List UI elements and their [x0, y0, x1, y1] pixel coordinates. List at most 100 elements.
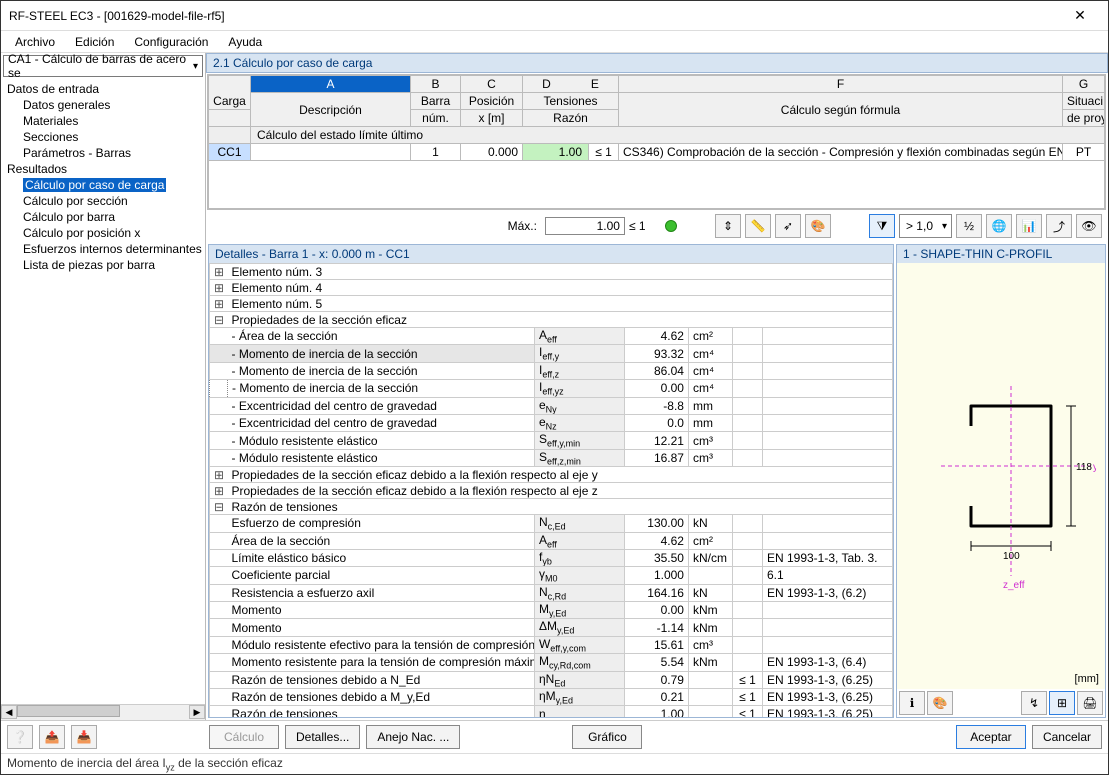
col-B[interactable]: B — [411, 76, 461, 93]
details-row[interactable]: - Momento de inercia de la secciónIeff,z… — [210, 362, 893, 379]
expand-icon[interactable]: ⊞ — [210, 264, 228, 280]
tool-btn-4[interactable]: 🎨 — [805, 214, 831, 238]
tool-btn-2[interactable]: 📏 — [745, 214, 771, 238]
details-row[interactable]: MomentoΔMy,Ed-1.14kNm — [210, 619, 893, 636]
cell-formula[interactable]: CS346) Comprobación de la sección - Comp… — [619, 144, 1063, 161]
details-row[interactable]: Razón de tensionesη1.00≤ 1EN 1993-1-3, (… — [210, 706, 893, 717]
export-icon[interactable]: 📤 — [39, 725, 65, 749]
col-desc[interactable]: Descripción — [251, 93, 411, 127]
tree-item[interactable]: Esfuerzos internos determinantes p — [1, 241, 205, 257]
details-row[interactable]: ⊞Propiedades de la sección eficaz debido… — [210, 483, 893, 499]
annex-button[interactable]: Anejo Nac. ... — [366, 725, 460, 749]
tool-btn-9[interactable]: 👁 — [1076, 214, 1102, 238]
details-row[interactable]: - Excentricidad del centro de gravedadeN… — [210, 397, 893, 414]
col-C[interactable]: C — [461, 76, 523, 93]
scroll-right-icon[interactable]: ▶ — [189, 705, 205, 719]
tree-item-selected[interactable]: Cálculo por caso de carga — [1, 177, 205, 193]
import-icon[interactable]: 📥 — [71, 725, 97, 749]
cell-cc[interactable]: CC1 — [209, 144, 251, 161]
details-button[interactable]: Detalles... — [285, 725, 360, 749]
details-row[interactable]: Límite elástico básicofyb35.50kN/cmEN 19… — [210, 549, 893, 566]
col-D[interactable]: D E — [523, 76, 619, 93]
expand-icon[interactable]: ⊞ — [210, 296, 228, 312]
expand-icon[interactable]: ⊞ — [210, 280, 228, 296]
details-row[interactable]: MomentoMy,Ed0.00kNm — [210, 602, 893, 619]
details-row[interactable]: - Área de la secciónAeff4.62cm² — [210, 328, 893, 345]
cell-ratio[interactable]: 1.00 — [523, 144, 589, 161]
col-A[interactable]: A — [251, 76, 411, 93]
col-pos[interactable]: Posición — [461, 93, 523, 110]
details-row[interactable]: Momento resistente para la tensión de co… — [210, 654, 893, 671]
calc-button[interactable]: Cálculo — [209, 725, 279, 749]
tree-item[interactable]: Materiales — [1, 113, 205, 129]
results-grid[interactable]: Carga A B C D E F G Descripción Barra Po… — [207, 74, 1106, 210]
details-row[interactable]: Coeficiente parcialγM01.0006.1 — [210, 567, 893, 584]
menu-edit[interactable]: Edición — [67, 33, 122, 51]
cell-bar[interactable]: 1 — [411, 144, 461, 161]
shape-print-icon[interactable]: 🖨 — [1077, 691, 1103, 715]
details-row[interactable]: - Excentricidad del centro de gravedadeN… — [210, 414, 893, 431]
close-icon[interactable]: ✕ — [1060, 7, 1100, 24]
col-carga[interactable]: Carga — [209, 76, 251, 110]
filter-btn[interactable]: ⧩ — [869, 214, 895, 238]
scroll-left-icon[interactable]: ◀ — [1, 705, 17, 719]
details-row[interactable]: Esfuerzo de compresiónNc,Ed130.00kN — [210, 515, 893, 532]
details-row[interactable]: Razón de tensiones debido a N_EdηNEd0.79… — [210, 671, 893, 688]
expand-icon[interactable]: ⊞ — [210, 483, 228, 499]
tool-btn-1[interactable]: ⇕ — [715, 214, 741, 238]
tree-item[interactable]: Lista de piezas por barra — [1, 257, 205, 273]
details-row[interactable]: - Módulo resistente elásticoSeff,y,min12… — [210, 432, 893, 449]
tool-btn-7[interactable]: 📊 — [1016, 214, 1042, 238]
tool-btn-6[interactable]: 🌐 — [986, 214, 1012, 238]
tool-btn-3[interactable]: ➶ — [775, 214, 801, 238]
cell-cond[interactable]: ≤ 1 — [589, 144, 619, 161]
cell-situ[interactable]: PT — [1063, 144, 1105, 161]
menu-help[interactable]: Ayuda — [220, 33, 270, 51]
case-combo[interactable]: CA1 - Cálculo de barras de acero se ▾ — [3, 55, 203, 77]
col-situ[interactable]: Situaci — [1063, 93, 1105, 110]
menu-config[interactable]: Configuración — [126, 33, 216, 51]
cell-desc[interactable] — [251, 144, 411, 161]
details-row[interactable]: ⊞Propiedades de la sección eficaz debido… — [210, 467, 893, 483]
details-row[interactable]: ⊟Propiedades de la sección eficaz — [210, 312, 893, 328]
scale-select[interactable]: > 1,0▾ — [899, 214, 952, 238]
details-table[interactable]: ⊞Elemento núm. 3⊞Elemento núm. 4⊞Element… — [209, 263, 893, 717]
col-F[interactable]: F — [619, 76, 1063, 93]
expand-icon[interactable]: ⊟ — [210, 499, 228, 515]
tree-item[interactable]: Parámetros - Barras — [1, 145, 205, 161]
table-row[interactable]: CC1 1 0.000 1.00 ≤ 1 CS346) Comprobación… — [209, 144, 1105, 161]
shape-canvas[interactable]: y_eff z_eff 100 — [897, 263, 1105, 689]
cell-pos[interactable]: 0.000 — [461, 144, 523, 161]
shape-info-icon[interactable]: ℹ — [899, 691, 925, 715]
details-row[interactable]: ⊞Elemento núm. 5 — [210, 296, 893, 312]
expand-icon[interactable]: ⊞ — [210, 467, 228, 483]
group-row[interactable]: Cálculo del estado límite último — [251, 127, 1105, 144]
cancel-button[interactable]: Cancelar — [1032, 725, 1102, 749]
details-row[interactable]: - Momento de inercia de la secciónIeff,y… — [210, 380, 893, 397]
nav-tree[interactable]: Datos de entrada Datos generales Materia… — [1, 79, 205, 704]
graph-button[interactable]: Gráfico — [572, 725, 642, 749]
ok-button[interactable]: Aceptar — [956, 725, 1026, 749]
details-row[interactable]: Área de la secciónAeff4.62cm² — [210, 532, 893, 549]
details-row[interactable]: Resistencia a esfuerzo axilNc,Rd164.16kN… — [210, 584, 893, 601]
col-bar[interactable]: Barra — [411, 93, 461, 110]
expand-icon[interactable]: ⊟ — [210, 312, 228, 328]
details-row[interactable]: - Módulo resistente elásticoSeff,z,min16… — [210, 449, 893, 466]
details-row[interactable]: ⊞Elemento núm. 4 — [210, 280, 893, 296]
details-row[interactable]: Razón de tensiones debido a M_y,EdηMy,Ed… — [210, 689, 893, 706]
shape-color-icon[interactable]: 🎨 — [927, 691, 953, 715]
tool-btn-8[interactable]: ⤴ — [1046, 214, 1072, 238]
tree-item[interactable]: Datos generales — [1, 97, 205, 113]
scroll-thumb[interactable] — [17, 705, 120, 717]
details-row[interactable]: ⊟Razón de tensiones — [210, 499, 893, 515]
col-G[interactable]: G — [1063, 76, 1105, 93]
details-row[interactable]: - Momento de inercia de la secciónIeff,y… — [210, 345, 893, 362]
tool-btn-5[interactable]: ½ — [956, 214, 982, 238]
tree-item[interactable]: Cálculo por barra — [1, 209, 205, 225]
menu-file[interactable]: Archivo — [7, 33, 63, 51]
tree-header-results[interactable]: Resultados — [1, 161, 205, 177]
details-row[interactable]: Módulo resistente efectivo para la tensi… — [210, 636, 893, 653]
sidebar-scrollbar[interactable]: ◀ ▶ — [1, 704, 205, 720]
tree-item[interactable]: Cálculo por sección — [1, 193, 205, 209]
tree-item[interactable]: Cálculo por posición x — [1, 225, 205, 241]
